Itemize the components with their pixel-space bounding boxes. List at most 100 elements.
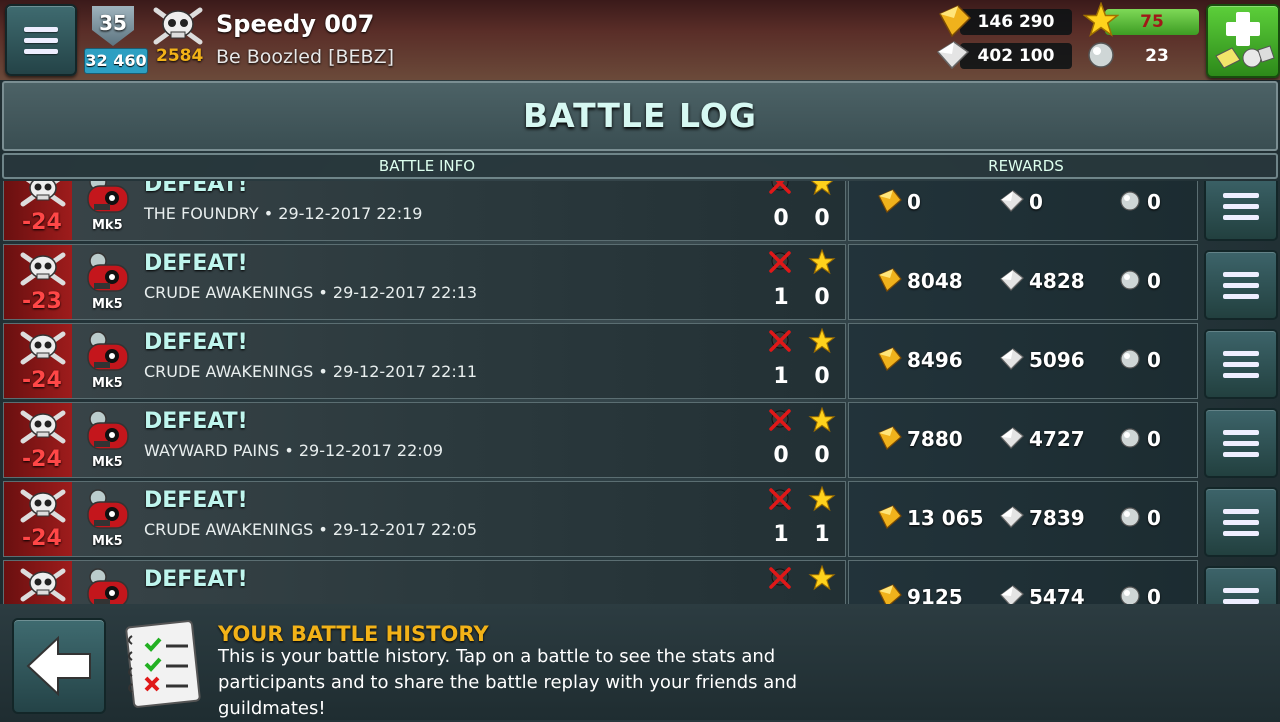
hamburger-line [1223, 508, 1259, 514]
battle-info-cell[interactable]: -24 Mk5 DEFEAT! WAYWARD PAINS • 29-12-20… [3, 402, 846, 478]
battle-map-date: WAYWARD PAINS • 29-12-2017 22:09 [144, 441, 444, 460]
battle-info-cell[interactable]: -24 Mk5 DEFEAT! THE FOUNDRY • 29-12-2017… [3, 181, 846, 241]
mech-mark: Mk5 [92, 534, 123, 549]
rewards-cell: 8496 5096 0 [848, 323, 1198, 399]
hamburger-line [1223, 214, 1259, 220]
trophy-change: -23 [22, 289, 62, 314]
add-resources-button[interactable] [1206, 4, 1280, 78]
battle-result: DEFEAT! [144, 330, 248, 355]
reward-pearls: 0 [1147, 190, 1161, 214]
gold-ingot-icon [878, 268, 902, 292]
skull-icon [20, 489, 66, 523]
stars-earned: 0 [814, 285, 830, 310]
battle-info-cell[interactable]: -23 Mk5 DEFEAT! CRUDE AWAKENINGS • 29-12… [3, 244, 846, 320]
robot-icon [87, 181, 129, 213]
skull-icon [20, 331, 66, 365]
battle-row[interactable]: -23 Mk5 DEFEAT! CRUDE AWAKENINGS • 29-12… [0, 244, 1280, 322]
silver-ingot-icon [1000, 427, 1024, 449]
robot-icon [87, 489, 129, 529]
kill-icon [769, 330, 791, 352]
kill-icon [769, 409, 791, 431]
silver-ingot-icon [1000, 348, 1024, 370]
guild-name[interactable]: Be Boozled [BEBZ] [216, 46, 394, 68]
reward-pearls: 0 [1147, 427, 1161, 451]
gold-ingot-icon [878, 347, 902, 371]
reward-gold: 8048 [907, 269, 963, 293]
battle-row[interactable]: -24 Mk5 DEFEAT! CRUDE AWAKENINGS • 29-12… [0, 481, 1280, 559]
stars-earned: 1 [814, 522, 830, 547]
hamburger-line [24, 48, 58, 54]
player-name: Speedy 007 [216, 10, 375, 38]
hint-body: This is your battle history. Tap on a ba… [218, 646, 798, 719]
kills-count: 1 [773, 285, 789, 310]
battle-info-cell[interactable]: -24 Mk5 DEFEAT! CRUDE AWAKENINGS • 29-12… [3, 323, 846, 399]
reward-silver: 4828 [1029, 269, 1085, 293]
star-icon [808, 328, 836, 354]
gold-ingot-icon [878, 584, 902, 604]
skull-icon [20, 181, 66, 207]
battle-map-date: CRUDE AWAKENINGS • 29-12-2017 22:05 [144, 520, 478, 539]
reward-gold: 0 [907, 190, 921, 214]
level-shield-icon: 35 [92, 6, 134, 46]
hamburger-line [1223, 451, 1259, 457]
battle-row[interactable]: -24 Mk5 DEFEAT! CRUDE AWAKENINGS • 29-12… [0, 323, 1280, 401]
player-trophies: 2584 [156, 46, 204, 66]
hamburger-line [1223, 598, 1259, 604]
battle-result: DEFEAT! [144, 251, 248, 276]
pearl-icon [1120, 428, 1140, 448]
reward-silver: 5096 [1029, 348, 1085, 372]
battle-info-cell[interactable]: -24 Mk5 DEFEAT! CRUDE AWAKENINGS • 29-12… [3, 481, 846, 557]
reward-gold: 8496 [907, 348, 963, 372]
title-panel: BATTLE LOG [2, 81, 1278, 151]
star-icon [808, 565, 836, 591]
battle-row[interactable]: DEFEAT! 9125 5474 0 [0, 560, 1280, 604]
page-title: BATTLE LOG [523, 96, 757, 135]
battle-info-cell[interactable]: DEFEAT! [3, 560, 846, 604]
column-header: BATTLE INFO REWARDS [2, 153, 1278, 179]
battle-result: DEFEAT! [144, 488, 248, 513]
reward-silver: 4727 [1029, 427, 1085, 451]
robot-icon [87, 410, 129, 450]
hamburger-line [1223, 372, 1259, 378]
star-icon [810, 181, 834, 196]
battle-details-button[interactable] [1204, 250, 1278, 320]
kills-count: 0 [773, 443, 789, 468]
reward-gold: 7880 [907, 427, 963, 451]
gold-ingot-icon [938, 5, 972, 38]
battle-details-button[interactable] [1204, 487, 1278, 557]
battle-row[interactable]: -24 Mk5 DEFEAT! WAYWARD PAINS • 29-12-20… [0, 402, 1280, 480]
rewards-header: REWARDS [988, 157, 1064, 175]
pearl-icon [1120, 586, 1140, 604]
star-icon [808, 407, 836, 433]
back-button[interactable] [12, 618, 106, 714]
battle-details-button[interactable] [1204, 181, 1278, 241]
battle-details-button[interactable] [1204, 329, 1278, 399]
silver-ingot-icon [1000, 506, 1024, 528]
player-level: 35 [99, 11, 127, 35]
battle-map-date: CRUDE AWAKENINGS • 29-12-2017 22:11 [144, 362, 478, 381]
battle-details-button[interactable] [1204, 408, 1278, 478]
battle-details-button[interactable] [1204, 566, 1278, 604]
plus-icon [1215, 12, 1275, 69]
stars-earned: 0 [814, 364, 830, 389]
hamburger-line [24, 26, 58, 32]
stars-earned: 0 [814, 443, 830, 468]
reward-silver: 0 [1029, 190, 1043, 214]
battle-row[interactable]: -24 Mk5 DEFEAT! THE FOUNDRY • 29-12-2017… [0, 181, 1280, 243]
rewards-cell: 9125 5474 0 [848, 560, 1198, 604]
pearl-icon [1120, 191, 1140, 211]
player-level-badge[interactable]: 35 32 460 [84, 4, 148, 74]
hamburger-line [1223, 271, 1259, 277]
rewards-cell: 8048 4828 0 [848, 244, 1198, 320]
top-bar: 35 32 460 2584 Speedy 007 Be Boozled [BE… [0, 0, 1280, 80]
battle-list[interactable]: -24 Mk5 DEFEAT! THE FOUNDRY • 29-12-2017… [0, 181, 1280, 604]
mech-mark: Mk5 [92, 218, 123, 233]
mech-mark: Mk5 [92, 376, 123, 391]
battle-result: DEFEAT! [144, 567, 248, 592]
silver-ingot-icon [1000, 585, 1024, 604]
kills-count: 1 [773, 364, 789, 389]
skull-icon [20, 252, 66, 286]
rewards-cell: 13 065 7839 0 [848, 481, 1198, 557]
main-menu-button[interactable] [5, 4, 77, 76]
gold-ingot-icon [878, 426, 902, 450]
